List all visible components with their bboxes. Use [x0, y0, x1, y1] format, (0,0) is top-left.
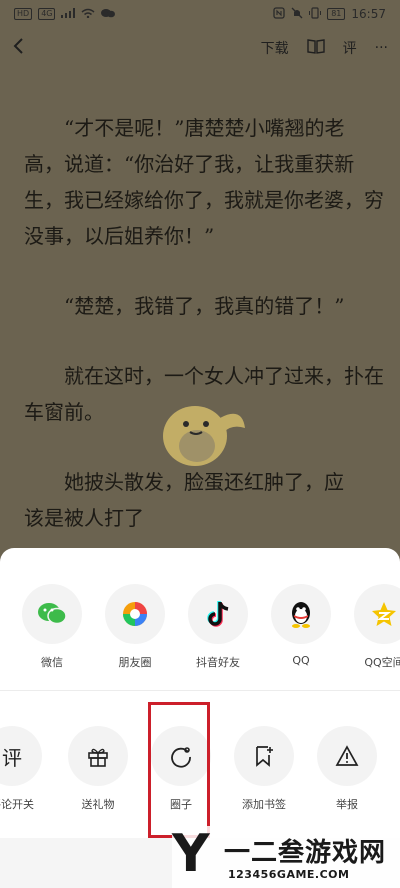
- network-badge: 4G: [38, 8, 56, 20]
- wechat-notify-icon: [101, 7, 116, 21]
- reader-partial-bottom: 该是被人打了: [24, 506, 144, 530]
- watermark-url: 123456GAME.COM: [228, 868, 350, 881]
- bookmark-icon: [234, 726, 294, 786]
- reader-paragraph: “楚楚，我错了，我真的错了！”: [64, 294, 345, 318]
- reader-paragraph: “才不是呢！”唐楚楚小嘴翘的老高，说道：“你治好了我，让我重获新生，我已经嫁给你…: [24, 116, 384, 248]
- back-icon[interactable]: [12, 37, 24, 59]
- nfc-icon: [273, 6, 285, 22]
- vibrate-icon: [309, 6, 322, 22]
- gift-icon: [68, 726, 128, 786]
- watermark-letter: Y: [172, 824, 210, 884]
- mute-icon: [291, 7, 303, 22]
- watermark-name: 一二叁游戏网: [224, 838, 387, 868]
- mascot-sticker: [150, 388, 248, 474]
- book-icon[interactable]: [306, 38, 325, 58]
- report-icon: [317, 726, 377, 786]
- action-bookmark-label: 添加书签: [242, 798, 286, 811]
- qq-icon: [271, 584, 331, 644]
- comment-button[interactable]: 评: [343, 38, 357, 58]
- hd-badge: HD: [14, 8, 33, 20]
- status-right: 81 16:57: [273, 6, 386, 22]
- share-qq-label: QQ: [292, 654, 310, 667]
- share-row: 微信 朋友圈 抖音好友 QQ QQ空间: [0, 584, 400, 694]
- share-moments[interactable]: 朋友圈: [95, 584, 175, 670]
- sheet-divider: [0, 690, 400, 691]
- highlight-box: [148, 702, 210, 838]
- action-report-label: 举报: [336, 798, 358, 811]
- clock: 16:57: [351, 7, 386, 21]
- share-qq[interactable]: QQ: [261, 584, 341, 667]
- moments-icon: [105, 584, 165, 644]
- action-bookmark[interactable]: 添加书签: [224, 726, 304, 812]
- status-bar: HD 4G 81 16:57: [0, 0, 400, 28]
- share-douyin-label: 抖音好友: [196, 656, 240, 669]
- action-comment-toggle[interactable]: 评 评论开关: [0, 726, 52, 812]
- download-button[interactable]: 下载: [261, 38, 289, 58]
- wechat-icon: [22, 584, 82, 644]
- share-qzone-label: QQ空间: [364, 656, 400, 669]
- toolbar-actions: 下载 评 ···: [261, 38, 388, 58]
- action-gift-label: 送礼物: [81, 798, 115, 811]
- share-qzone[interactable]: QQ空间: [344, 584, 400, 670]
- qzone-icon: [354, 584, 400, 644]
- share-moments-label: 朋友圈: [118, 656, 152, 669]
- signal-icon: [61, 7, 76, 21]
- share-wechat-label: 微信: [41, 656, 63, 669]
- wifi-icon: [81, 7, 95, 21]
- more-icon[interactable]: ···: [375, 40, 388, 56]
- action-gift[interactable]: 送礼物: [58, 726, 138, 812]
- share-wechat[interactable]: 微信: [12, 584, 92, 670]
- reader-partial-top: [24, 56, 384, 92]
- action-report[interactable]: 举报: [307, 726, 387, 812]
- battery-level: 81: [327, 8, 346, 20]
- comment-toggle-icon: 评: [0, 726, 42, 786]
- status-left: HD 4G: [14, 7, 116, 21]
- watermark-logo: Y 一二叁游戏网 123456GAME.COM: [172, 824, 400, 888]
- share-douyin[interactable]: 抖音好友: [178, 584, 258, 670]
- action-comment-toggle-label: 评论开关: [0, 798, 34, 811]
- douyin-icon: [188, 584, 248, 644]
